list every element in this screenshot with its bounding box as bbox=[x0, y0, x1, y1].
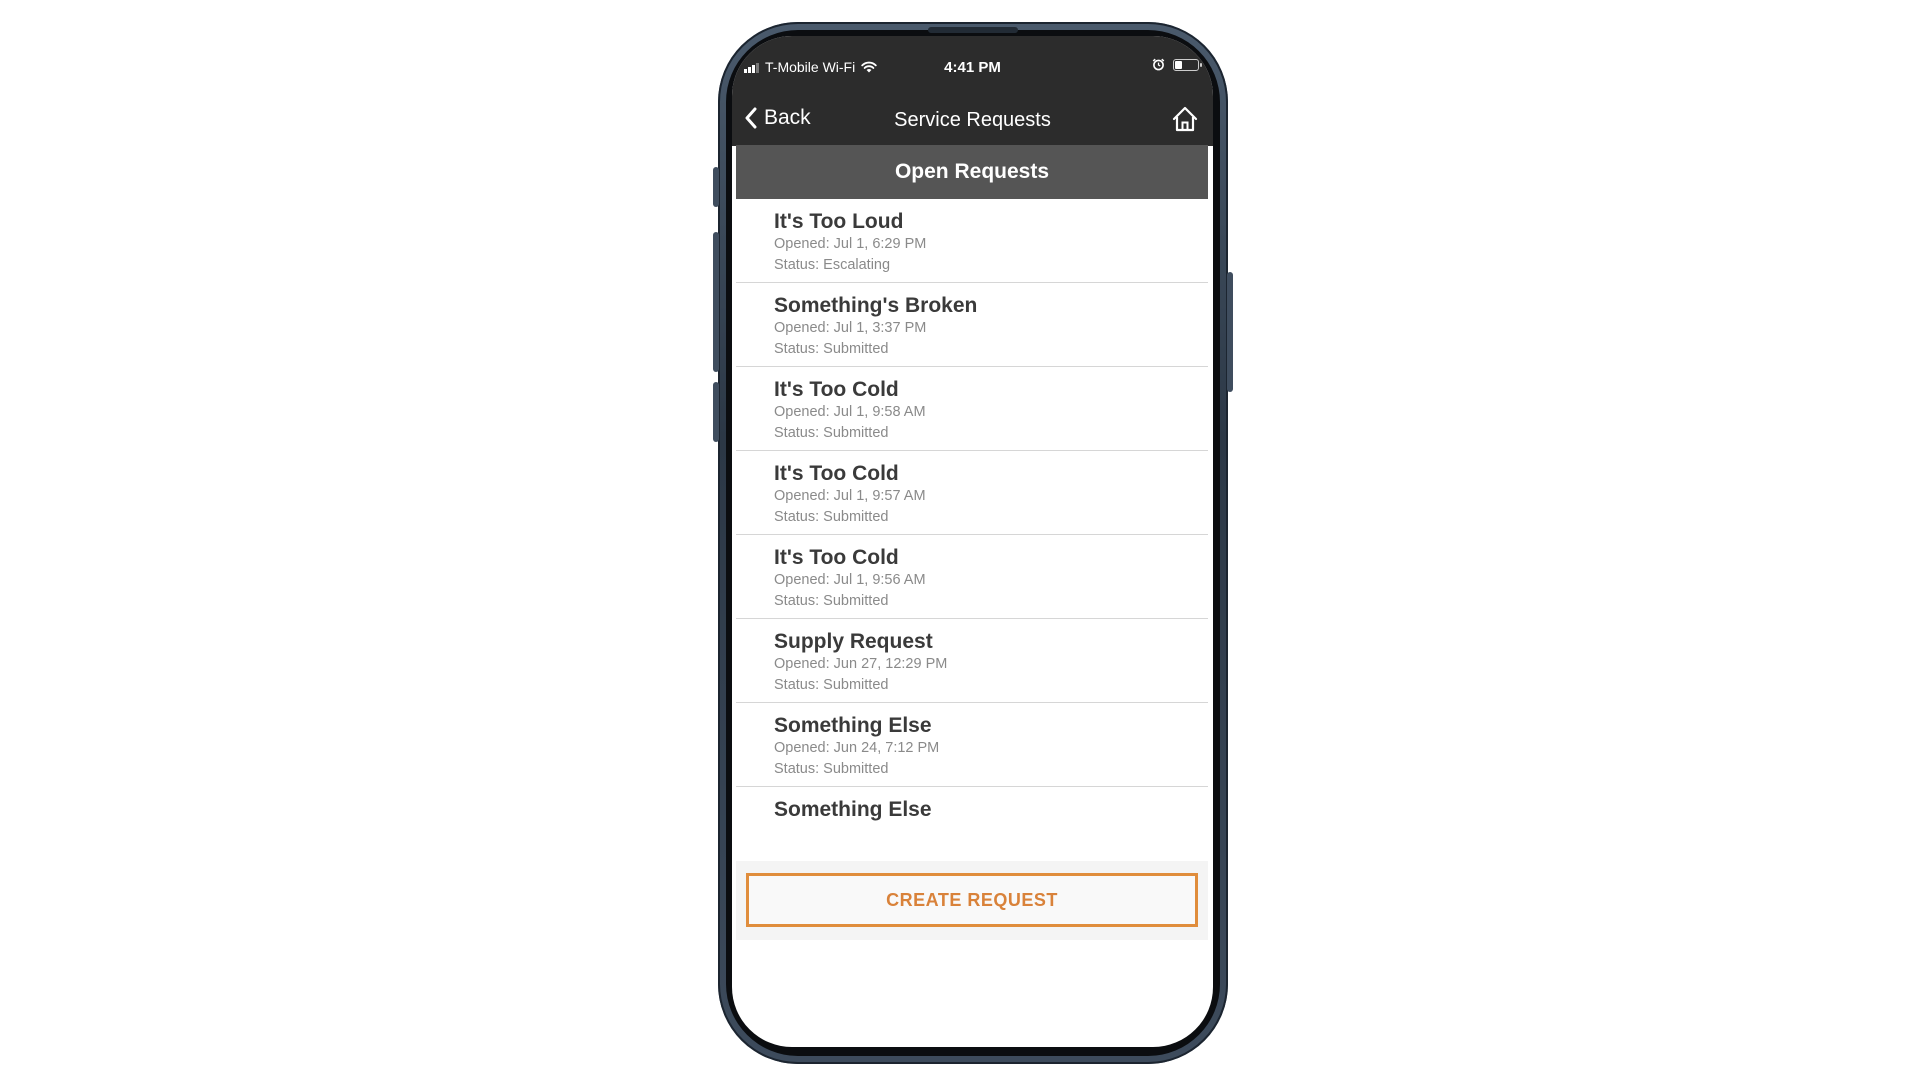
request-opened: Opened: Jun 27, 12:29 PM bbox=[774, 656, 948, 672]
request-title: It's Too Cold bbox=[774, 546, 899, 569]
request-item[interactable]: It's Too Cold Opened: Jul 1, 9:56 AM Sta… bbox=[736, 535, 1208, 619]
request-item[interactable]: Something Else bbox=[736, 787, 1208, 863]
power-button bbox=[1227, 272, 1233, 392]
request-opened: Opened: Jul 1, 3:37 PM bbox=[774, 320, 927, 336]
create-request-button[interactable]: CREATE REQUEST bbox=[746, 873, 1198, 927]
request-item[interactable]: It's Too Cold Opened: Jul 1, 9:58 AM Sta… bbox=[736, 367, 1208, 451]
request-status: Status: Submitted bbox=[774, 425, 889, 441]
request-item[interactable]: It's Too Loud Opened: Jul 1, 6:29 PM Sta… bbox=[736, 199, 1208, 283]
request-title: It's Too Cold bbox=[774, 378, 899, 401]
request-status: Status: Submitted bbox=[774, 341, 889, 357]
home-icon bbox=[1172, 106, 1198, 132]
battery-fill bbox=[1175, 60, 1182, 69]
request-status: Status: Escalating bbox=[774, 257, 891, 273]
request-item[interactable]: It's Too Cold Opened: Jul 1, 9:57 AM Sta… bbox=[736, 451, 1208, 535]
home-button[interactable] bbox=[1171, 105, 1199, 138]
alarm-icon bbox=[1152, 58, 1165, 71]
request-title: Something Else bbox=[774, 714, 932, 737]
battery-icon bbox=[1173, 58, 1202, 71]
footer-bar: CREATE REQUEST bbox=[736, 861, 1208, 940]
volume-down-button bbox=[713, 382, 719, 442]
request-title: It's Too Cold bbox=[774, 462, 899, 485]
status-bar: T-Mobile Wi-Fi 4:41 PM bbox=[732, 36, 1213, 96]
request-status: Status: Submitted bbox=[774, 593, 889, 609]
volume-up-button bbox=[713, 232, 719, 372]
page-title: Service Requests bbox=[894, 109, 1051, 131]
status-time: 4:41 PM bbox=[944, 59, 1001, 76]
request-opened: Opened: Jul 1, 9:57 AM bbox=[774, 488, 926, 504]
phone-screen: T-Mobile Wi-Fi 4:41 PM Back Service Requ… bbox=[732, 36, 1213, 1047]
request-title: It's Too Loud bbox=[774, 210, 904, 233]
request-opened: Opened: Jun 24, 7:12 PM bbox=[774, 740, 940, 756]
speaker-grille bbox=[928, 27, 1018, 33]
request-item[interactable]: Something Else Opened: Jun 24, 7:12 PM S… bbox=[736, 703, 1208, 787]
mute-switch bbox=[713, 167, 719, 207]
request-title: Supply Request bbox=[774, 630, 933, 653]
open-requests-header: Open Requests bbox=[736, 145, 1208, 199]
request-item[interactable]: Something's Broken Opened: Jul 1, 3:37 P… bbox=[736, 283, 1208, 367]
request-list[interactable]: It's Too Loud Opened: Jul 1, 6:29 PM Sta… bbox=[736, 199, 1208, 863]
request-opened: Opened: Jul 1, 9:58 AM bbox=[774, 404, 926, 420]
request-status: Status: Submitted bbox=[774, 761, 889, 777]
request-opened: Opened: Jul 1, 6:29 PM bbox=[774, 236, 927, 252]
request-item[interactable]: Supply Request Opened: Jun 27, 12:29 PM … bbox=[736, 619, 1208, 703]
navigation-bar: Back Service Requests bbox=[732, 96, 1213, 146]
request-title: Something Else bbox=[774, 798, 932, 821]
request-status: Status: Submitted bbox=[774, 509, 889, 525]
request-status: Status: Submitted bbox=[774, 677, 889, 693]
status-right bbox=[1152, 58, 1202, 71]
request-title: Something's Broken bbox=[774, 294, 978, 317]
request-opened: Opened: Jul 1, 9:56 AM bbox=[774, 572, 926, 588]
